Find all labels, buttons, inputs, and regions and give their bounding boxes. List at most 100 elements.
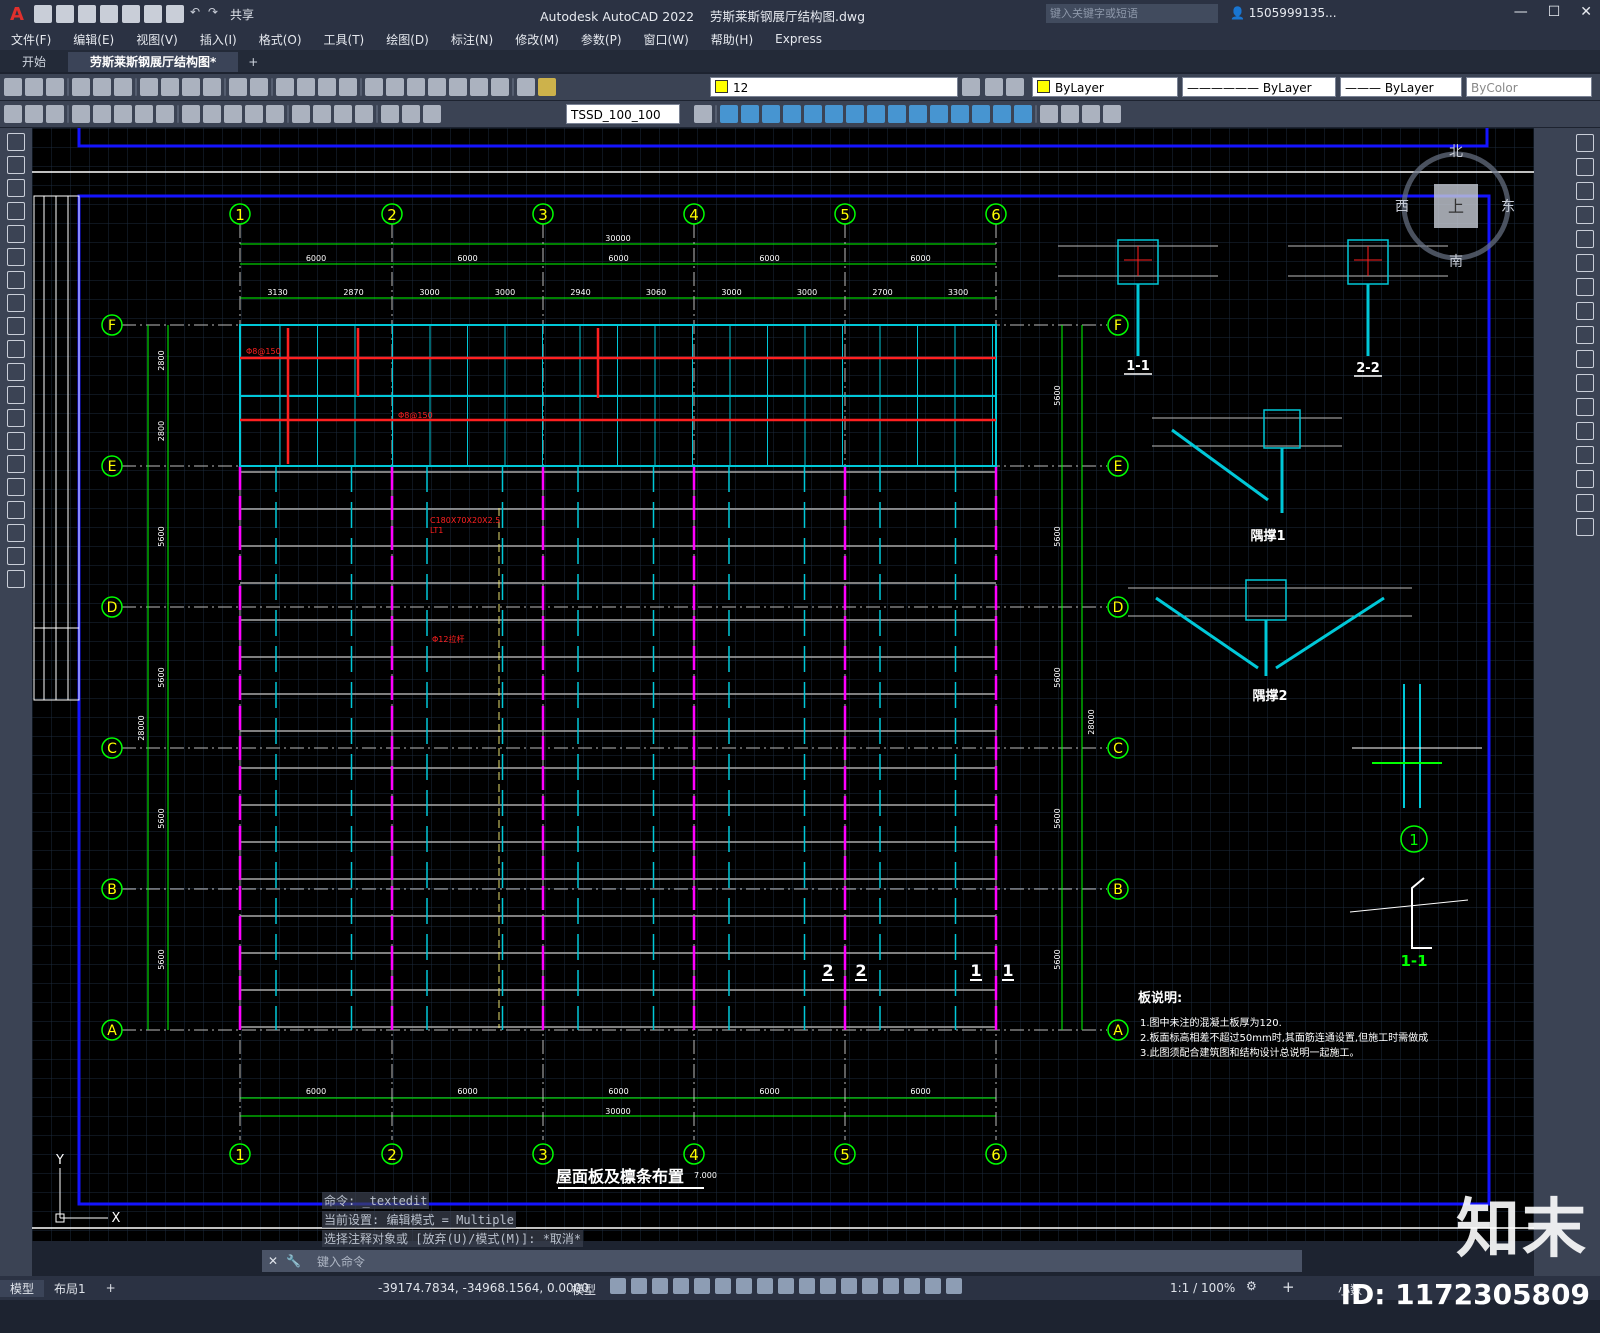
draworder-icon[interactable] (1040, 105, 1058, 123)
quick-dim-icon[interactable] (182, 105, 200, 123)
radius-dim-icon[interactable] (93, 105, 111, 123)
modify-join-icon[interactable] (951, 105, 969, 123)
polygon-icon[interactable] (7, 202, 25, 220)
design-center-icon[interactable] (386, 78, 404, 96)
arc-icon[interactable] (7, 248, 25, 266)
menu-edit[interactable]: 编辑(E) (62, 31, 125, 48)
blend-icon[interactable] (1576, 494, 1594, 512)
menu-parametric[interactable]: 参数(P) (570, 31, 633, 48)
revcloud-icon[interactable] (7, 294, 25, 312)
table-icon[interactable] (7, 524, 25, 542)
modify-explode-icon[interactable] (1014, 105, 1032, 123)
annotation-scale[interactable]: 1:1 / 100% (1170, 1281, 1235, 1295)
zoom-previous-icon[interactable] (339, 78, 357, 96)
linear-dim-icon[interactable] (4, 105, 22, 123)
color-dropdown[interactable]: ByLayer (1032, 77, 1178, 97)
markup-icon[interactable] (449, 78, 467, 96)
dim-break-icon[interactable] (266, 105, 284, 123)
gizmo-icon[interactable] (883, 1278, 899, 1294)
hatch-icon[interactable] (7, 455, 25, 473)
paste-icon[interactable] (182, 78, 200, 96)
copy-icon[interactable] (1576, 158, 1594, 176)
plotstyle-dropdown[interactable]: ByColor (1466, 77, 1592, 97)
inspection-icon[interactable] (334, 105, 352, 123)
plot-icon[interactable] (72, 78, 90, 96)
mirror-icon[interactable] (1576, 182, 1594, 200)
modify-scale-icon[interactable] (846, 105, 864, 123)
maximize-icon[interactable]: ☐ (1548, 4, 1561, 20)
layer-previous-icon[interactable] (985, 78, 1003, 96)
explode-icon[interactable] (1576, 518, 1594, 536)
undo-icon[interactable]: ↶ (188, 5, 202, 23)
jogged-linear-icon[interactable] (355, 105, 373, 123)
tolerance-icon[interactable] (292, 105, 310, 123)
diameter-dim-icon[interactable] (135, 105, 153, 123)
publish-icon[interactable] (114, 78, 132, 96)
angular-dim-icon[interactable] (156, 105, 174, 123)
menu-express[interactable]: Express (764, 32, 833, 46)
transparency-icon[interactable] (778, 1278, 794, 1294)
annotation-scale-icon[interactable] (946, 1278, 962, 1294)
continue-dim-icon[interactable] (224, 105, 242, 123)
break-icon[interactable] (1576, 398, 1594, 416)
extend-icon[interactable] (1576, 374, 1594, 392)
redo-icon[interactable]: ↷ (206, 5, 220, 23)
insert-block-icon[interactable] (7, 386, 25, 404)
region-icon[interactable] (7, 501, 25, 519)
grid-toggle-icon[interactable] (610, 1278, 626, 1294)
dimstyle-icon[interactable] (694, 105, 712, 123)
open-file-icon[interactable] (56, 5, 74, 23)
dim-space-icon[interactable] (245, 105, 263, 123)
rotate-icon[interactable] (1576, 278, 1594, 296)
new-tab-button[interactable]: + (238, 52, 268, 72)
menu-window[interactable]: 窗口(W) (633, 31, 700, 48)
layer-state-icon[interactable] (538, 78, 556, 96)
chamfer-icon[interactable] (1576, 446, 1594, 464)
layer-current-icon[interactable] (962, 78, 980, 96)
stretch-icon[interactable] (1576, 326, 1594, 344)
circle-icon[interactable] (7, 271, 25, 289)
snap-toggle-icon[interactable] (631, 1278, 647, 1294)
menu-help[interactable]: 帮助(H) (700, 31, 764, 48)
dim-edit-icon[interactable] (381, 105, 399, 123)
command-input[interactable]: 键入命令 (317, 1253, 365, 1270)
center-mark-icon[interactable] (313, 105, 331, 123)
command-line[interactable]: ✕ 🔧 键入命令 (262, 1250, 1302, 1272)
zoom-realtime-icon[interactable] (297, 78, 315, 96)
workspace-gear-icon[interactable]: ⚙ (1246, 1279, 1257, 1293)
copy-icon[interactable] (161, 78, 179, 96)
save-web-icon[interactable] (144, 5, 162, 23)
open-web-icon[interactable] (122, 5, 140, 23)
zoom-window-icon[interactable] (318, 78, 336, 96)
object-track-icon[interactable] (715, 1278, 731, 1294)
3d-osnap-icon[interactable] (820, 1278, 836, 1294)
share-button[interactable]: 共享 (230, 6, 254, 23)
line-icon[interactable] (7, 133, 25, 151)
ellipse-icon[interactable] (7, 340, 25, 358)
close-command-icon[interactable]: ✕ (268, 1254, 278, 1268)
move-icon[interactable] (1576, 254, 1594, 272)
modify-break-icon[interactable] (930, 105, 948, 123)
trim-icon[interactable] (1576, 350, 1594, 368)
dynamic-ucs-icon[interactable] (841, 1278, 857, 1294)
construction-line-icon[interactable] (7, 156, 25, 174)
lineweight-dropdown[interactable]: ——— ByLayer (1340, 77, 1462, 97)
tool-palettes-icon[interactable] (407, 78, 425, 96)
arc-length-icon[interactable] (46, 105, 64, 123)
erase-icon[interactable] (1061, 105, 1079, 123)
erase-icon[interactable] (1576, 134, 1594, 152)
modify-move-icon[interactable] (804, 105, 822, 123)
menu-format[interactable]: 格式(O) (248, 31, 313, 48)
help-icon[interactable] (491, 78, 509, 96)
preview-icon[interactable] (93, 78, 111, 96)
jogged-dim-icon[interactable] (114, 105, 132, 123)
modify-offset-icon[interactable] (762, 105, 780, 123)
ortho-toggle-icon[interactable] (652, 1278, 668, 1294)
search-input[interactable]: 键入关键字或短语 (1046, 4, 1218, 23)
new-file-icon[interactable] (34, 5, 52, 23)
polar-toggle-icon[interactable] (673, 1278, 689, 1294)
pan-icon[interactable] (276, 78, 294, 96)
annotation-monitor-icon[interactable]: + (1282, 1278, 1295, 1296)
linetype-dropdown[interactable]: —————— ByLayer (1182, 77, 1336, 97)
customize-icon[interactable]: 🔧 (286, 1254, 301, 1268)
